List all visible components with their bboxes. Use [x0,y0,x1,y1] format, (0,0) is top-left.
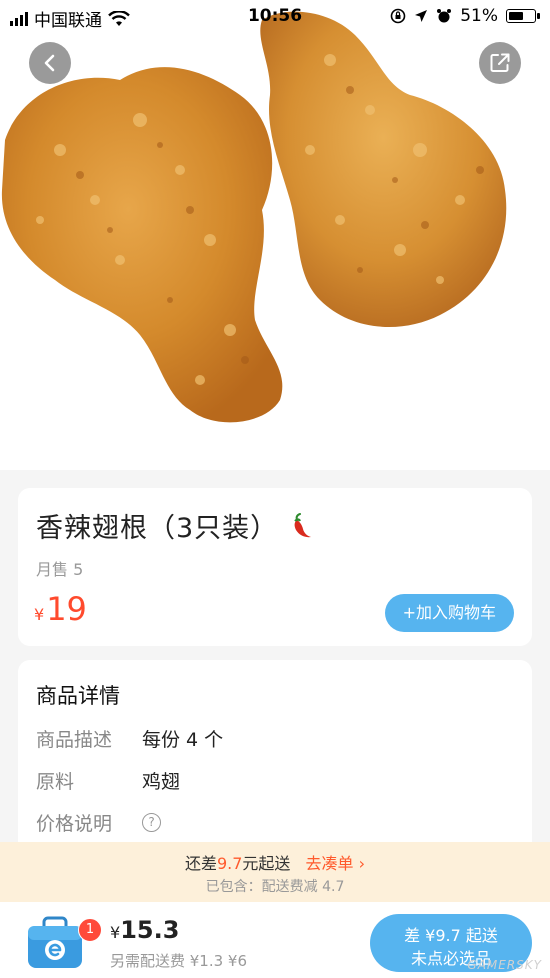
details-heading: 商品详情 [36,684,120,708]
chevron-right-icon: › [358,854,366,873]
total-amount: 15.3 [120,916,180,944]
checkout-line-1: 差 ¥9.7 起送 [404,926,498,945]
help-icon[interactable]: ? [142,812,161,832]
fried-chicken-illustration [1,11,507,423]
cart-total: ¥15.3 [110,916,179,944]
monthly-sales: 月售 5 [36,560,84,579]
back-button[interactable] [29,42,71,84]
detail-row-price-note: 价格说明 ? [36,808,161,836]
chevron-left-icon [44,54,55,72]
product-details-card: 商品详情 商品描述 每份 4 个 原料 鸡翅 价格说明 ? [18,660,532,860]
detail-row-ingredients: 原料 鸡翅 [36,766,180,794]
rotation-lock-icon [390,8,406,24]
shortfall-amount: 9.7 [216,854,243,873]
currency-symbol: ¥ [34,605,45,624]
detail-label: 原料 [36,770,75,793]
alarm-icon [437,9,452,23]
shopping-bag-icon[interactable] [26,916,86,970]
product-name: 香辣翅根（3只装） [36,513,279,544]
detail-value: 鸡翅 [142,770,181,793]
battery-percent: 51% [460,6,498,26]
price-value: 19 [46,590,87,628]
detail-label: 价格说明 [36,812,113,835]
location-arrow-icon [415,10,428,22]
delivery-fee-note: 另需配送费 ¥1.3 ¥6 [110,952,248,970]
banner-suffix: 元起送 [242,854,291,873]
share-icon [490,53,510,72]
add-more-label: 去凑单 [305,854,354,873]
product-price: ¥19 [34,590,87,628]
included-discount: 已包含：配送费减 4.7 [205,879,345,895]
product-image [0,0,550,470]
detail-label: 商品描述 [36,728,113,751]
currency-symbol: ¥ [110,923,121,942]
product-info-card: 香辣翅根（3只装） 月售 5 ¥19 +加入购物车 [18,488,532,646]
status-bar: 中国联通 10:56 51% [0,0,550,32]
minimum-order-banner: 还差9.7元起送 去凑单 › 已包含：配送费减 4.7 [0,842,550,902]
add-more-link[interactable]: 去凑单 › [306,854,366,873]
cart-count-badge: 1 [78,918,102,942]
detail-value: 每份 4 个 [142,728,224,751]
banner-prefix: 还差 [184,854,217,873]
chili-pepper-icon [294,512,312,537]
add-to-cart-button[interactable]: +加入购物车 [384,594,514,632]
watermark: GAMERSKY [467,958,542,972]
detail-row-description: 商品描述 每份 4 个 [36,724,223,752]
share-button[interactable] [479,42,521,84]
battery-icon [506,9,540,23]
